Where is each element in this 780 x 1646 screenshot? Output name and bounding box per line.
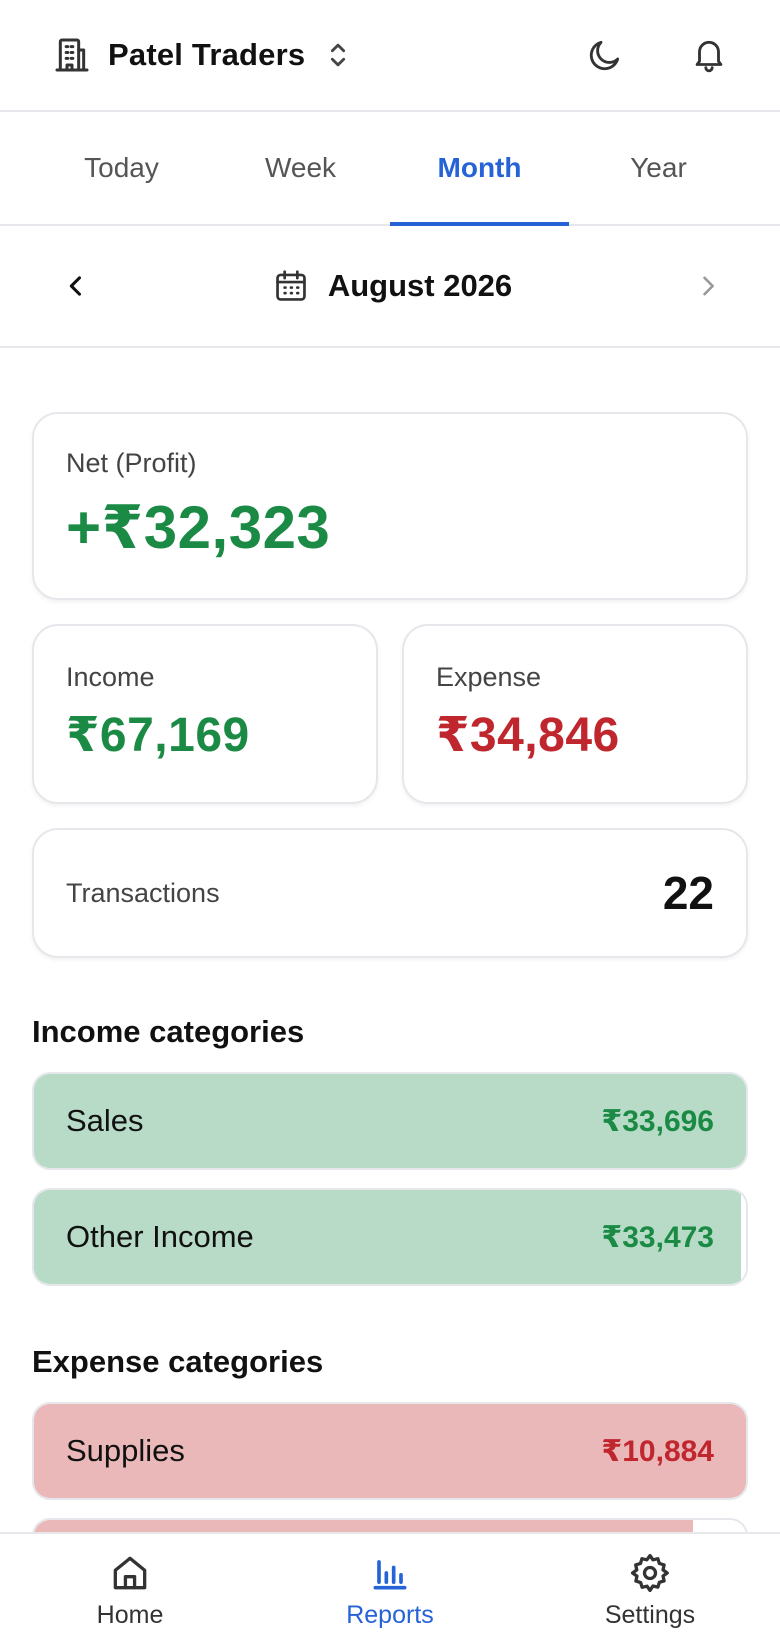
income-category-sales[interactable]: Sales ₹33,696	[32, 1072, 748, 1170]
income-value: ₹67,169	[66, 709, 250, 762]
period-tabs: Today Week Month Year	[0, 112, 780, 226]
income-label: Income	[66, 662, 155, 692]
category-name: Other Income	[66, 1219, 254, 1254]
moon-icon	[589, 40, 620, 71]
category-amount: ₹33,696	[601, 1104, 714, 1138]
nav-settings[interactable]: Settings	[520, 1534, 780, 1646]
tab-month[interactable]: Month	[390, 112, 569, 226]
bar-chart-icon	[373, 1559, 407, 1589]
home-icon	[113, 1556, 147, 1589]
transactions-label: Transactions	[66, 877, 220, 908]
category-name: Sales	[66, 1103, 144, 1138]
income-expense-row: Income ₹67,169 Expense ₹34,846	[32, 624, 748, 804]
income-card: Income ₹67,169	[32, 624, 378, 804]
nav-reports[interactable]: Reports	[260, 1534, 520, 1646]
transactions-card: Transactions 22	[32, 828, 748, 958]
bell-icon	[695, 40, 723, 73]
net-profit-card: Net (Profit) +₹32,323	[32, 412, 748, 600]
bottom-navigation: Home Reports Settings	[0, 1532, 780, 1646]
period-label: August 2026	[327, 268, 513, 303]
category-amount: ₹10,884	[601, 1434, 714, 1468]
business-name: Patel Traders	[108, 37, 306, 72]
expense-label: Expense	[436, 662, 542, 692]
chevron-right-icon	[703, 276, 714, 296]
nav-settings-label: Settings	[604, 1600, 696, 1629]
expense-card: Expense ₹34,846	[402, 624, 748, 804]
chevron-up-down-icon	[331, 43, 346, 67]
app-root: Patel Traders Today Week Month Year Augu…	[0, 0, 780, 1646]
expense-category-supplies[interactable]: Supplies ₹10,884	[32, 1402, 748, 1500]
tab-year[interactable]: Year	[569, 112, 748, 224]
notifications-button[interactable]	[688, 34, 730, 76]
transactions-count: 22	[662, 867, 714, 919]
expense-categories-title: Expense categories	[32, 1344, 324, 1379]
income-category-other-income[interactable]: Other Income ₹33,473	[32, 1188, 748, 1286]
period-display[interactable]: August 2026	[96, 267, 688, 305]
theme-toggle-button[interactable]	[584, 34, 626, 76]
next-period-button[interactable]	[688, 266, 728, 306]
tab-today[interactable]: Today	[32, 112, 211, 224]
business-switcher[interactable]: Patel Traders	[52, 35, 351, 75]
nav-home-label: Home	[96, 1600, 164, 1629]
net-profit-label: Net (Profit)	[66, 448, 197, 478]
category-name: Supplies	[66, 1433, 185, 1468]
calendar-icon	[276, 270, 306, 301]
previous-period-button[interactable]	[56, 266, 96, 306]
gear-icon	[630, 1553, 669, 1592]
tab-week[interactable]: Week	[211, 112, 390, 224]
report-content: Net (Profit) +₹32,323 Income ₹67,169 Exp…	[0, 348, 780, 1616]
nav-reports-label: Reports	[346, 1600, 434, 1629]
building-icon	[55, 38, 89, 72]
category-amount: ₹33,473	[601, 1220, 714, 1254]
income-categories-title: Income categories	[32, 1014, 305, 1049]
nav-home[interactable]: Home	[0, 1534, 260, 1646]
app-header: Patel Traders	[0, 0, 780, 112]
chevron-left-icon	[69, 276, 82, 296]
expense-value: ₹34,846	[436, 709, 620, 762]
period-navigator: August 2026	[0, 226, 780, 348]
net-profit-value: +₹32,323	[66, 494, 331, 561]
